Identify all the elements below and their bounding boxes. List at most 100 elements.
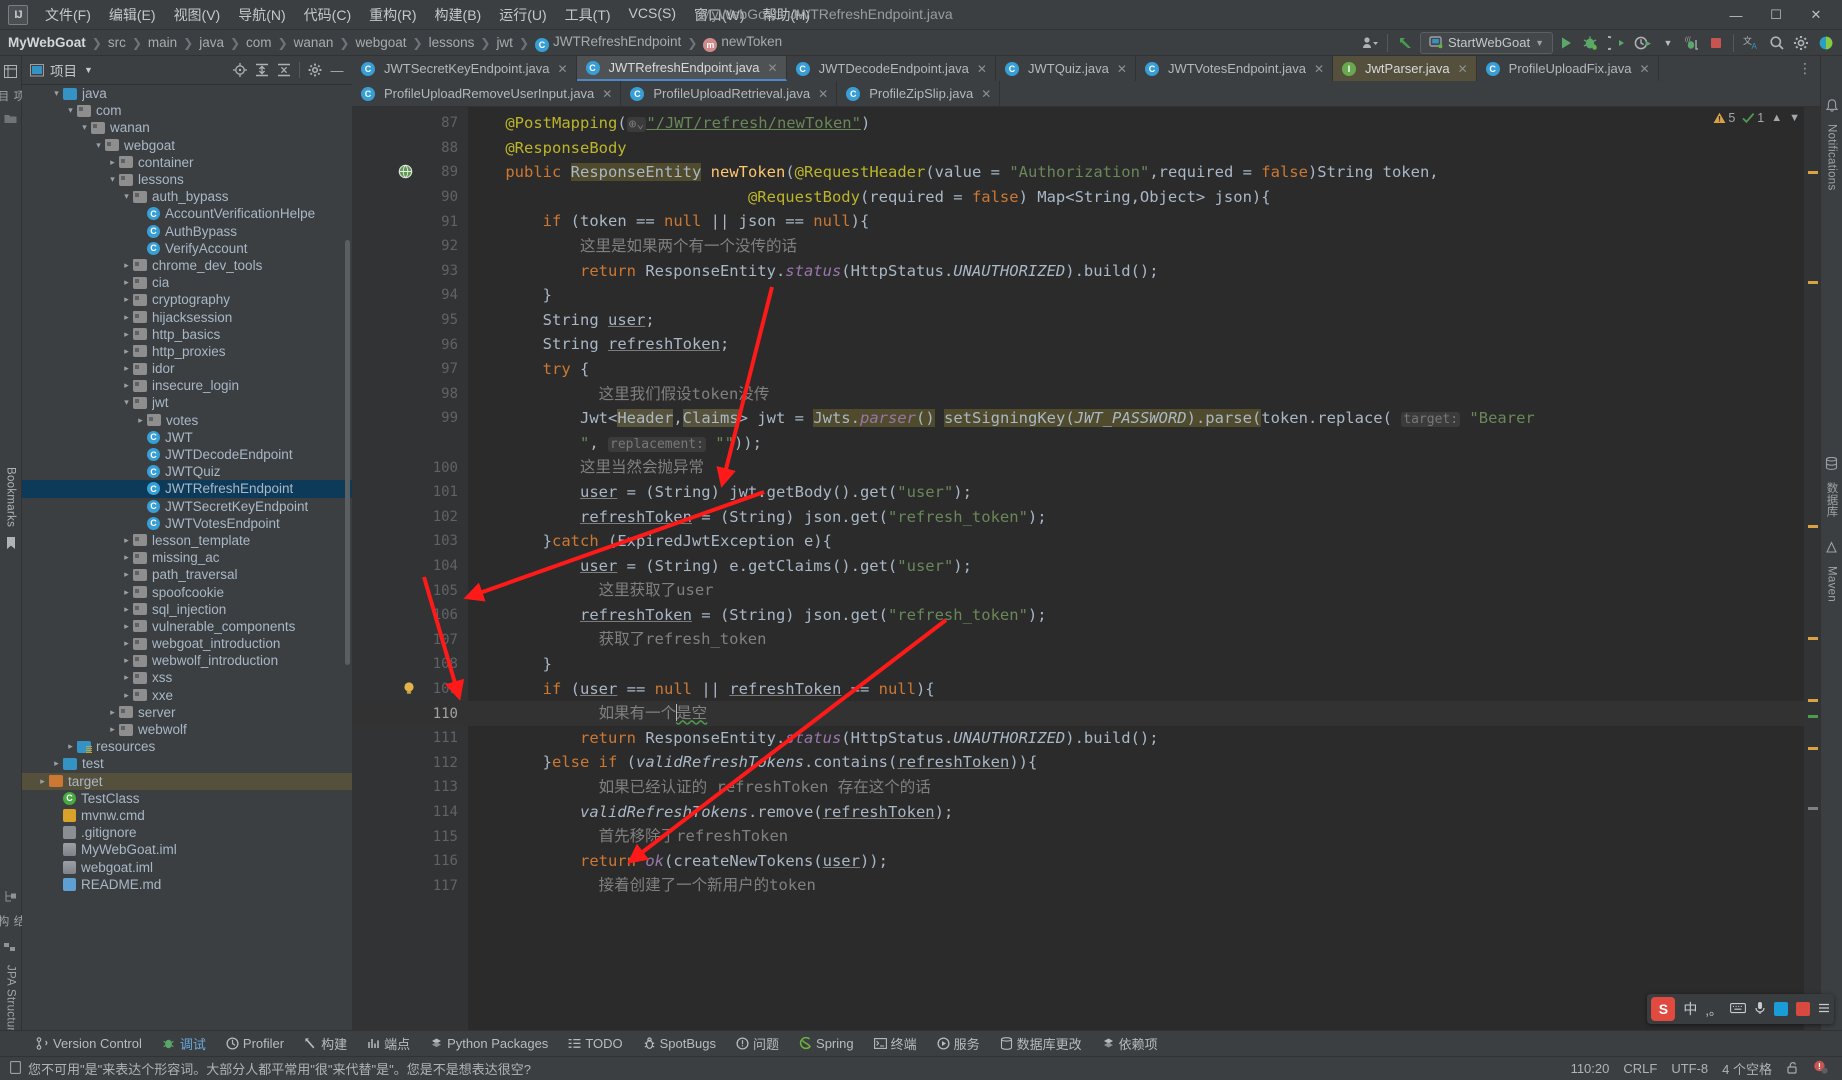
- tree-node-readme-md[interactable]: README.md: [22, 876, 352, 893]
- chevron-right-icon[interactable]: ▸: [120, 621, 133, 632]
- ime-mode-label[interactable]: 中: [1683, 999, 1697, 1019]
- menu-item-1[interactable]: 编辑(E): [100, 1, 165, 29]
- tree-node-server[interactable]: ▸ server: [22, 704, 352, 721]
- tree-node-chrome_dev_tools[interactable]: ▸ chrome_dev_tools: [22, 257, 352, 274]
- code-line-103[interactable]: }catch (ExpiredJwtException e){: [468, 529, 1804, 554]
- code-line-110[interactable]: // 如果有一个是空: [468, 701, 1804, 726]
- run-icon[interactable]: [1555, 32, 1577, 54]
- breadcrumb-item-8[interactable]: jwt: [494, 34, 515, 51]
- mic-icon[interactable]: [1754, 1001, 1766, 1018]
- tool-window---[interactable]: 服务: [927, 1031, 990, 1056]
- chevron-right-icon[interactable]: ▸: [120, 277, 133, 288]
- chevron-right-icon[interactable]: ▸: [134, 415, 147, 426]
- chevron-right-icon[interactable]: ▸: [64, 741, 77, 752]
- tree-node-webwolf[interactable]: ▸ webwolf: [22, 721, 352, 738]
- tool-window-todo[interactable]: TODO: [558, 1033, 632, 1054]
- chevron-down-icon[interactable]: ▼: [1789, 112, 1800, 124]
- chevron-right-icon[interactable]: ▸: [120, 363, 133, 374]
- close-tab-icon[interactable]: ✕: [1117, 62, 1127, 76]
- chevron-right-icon[interactable]: ▸: [120, 672, 133, 683]
- comma-period-icon[interactable]: ,。: [1705, 1000, 1722, 1019]
- breadcrumb-item-1[interactable]: src: [106, 34, 128, 51]
- project-tool-icon[interactable]: [4, 62, 17, 84]
- structure-tool-icon[interactable]: [4, 887, 17, 909]
- tree-node-authbypass[interactable]: C AuthBypass: [22, 223, 352, 240]
- editor-tab-jwtsecretkeyendpoint-java[interactable]: C JWTSecretKeyEndpoint.java ✕: [352, 56, 577, 81]
- code-line-94[interactable]: }: [468, 283, 1804, 308]
- code-line-101[interactable]: user = (String) jwt.getBody().get("user"…: [468, 480, 1804, 505]
- editor-tab-jwtdecodeendpoint-java[interactable]: C JWTDecodeEndpoint.java ✕: [787, 56, 996, 81]
- tool-window---[interactable]: 构建: [294, 1031, 357, 1056]
- chevron-right-icon[interactable]: ▸: [120, 294, 133, 305]
- code-line-106[interactable]: refreshToken = (String) json.get("refres…: [468, 603, 1804, 628]
- gutter-line-90[interactable]: 90: [352, 185, 468, 210]
- close-tab-icon[interactable]: ✕: [602, 87, 612, 101]
- maven-icon[interactable]: [1825, 538, 1838, 560]
- breadcrumb-item-4[interactable]: com: [244, 34, 274, 51]
- menu-item-5[interactable]: 重构(R): [360, 1, 425, 29]
- tree-node-jwtsecretkeyendpoint[interactable]: C JWTSecretKeyEndpoint: [22, 498, 352, 515]
- tree-node-missing_ac[interactable]: ▸ missing_ac: [22, 549, 352, 566]
- code-line-92[interactable]: // 这里是如果两个有一个没传的话: [468, 234, 1804, 259]
- breadcrumb-item-5[interactable]: wanan: [292, 34, 336, 51]
- chevron-down-icon[interactable]: ▾: [78, 122, 91, 133]
- notifications-icon[interactable]: [1825, 96, 1838, 118]
- stripe-marker[interactable]: [1808, 807, 1818, 810]
- editor-tab-profileuploadretrieval-java[interactable]: C ProfileUploadRetrieval.java ✕: [621, 81, 838, 106]
- close-tab-icon[interactable]: ✕: [1640, 62, 1650, 76]
- menu-item-0[interactable]: 文件(F): [36, 1, 100, 29]
- chevron-right-icon[interactable]: ▸: [120, 535, 133, 546]
- tree-node-wanan[interactable]: ▾ wanan: [22, 119, 352, 136]
- tree-node-webwolf_introduction[interactable]: ▸ webwolf_introduction: [22, 652, 352, 669]
- close-tab-icon[interactable]: ✕: [768, 61, 778, 75]
- chevron-right-icon[interactable]: ▸: [106, 707, 119, 718]
- tree-node-cia[interactable]: ▸ cia: [22, 274, 352, 291]
- tree-node-path_traversal[interactable]: ▸ path_traversal: [22, 566, 352, 583]
- stop-icon[interactable]: [1705, 32, 1727, 54]
- tree-node-jwtquiz[interactable]: C JWTQuiz: [22, 463, 352, 480]
- code-line-114[interactable]: validRefreshTokens.remove(refreshToken);: [468, 800, 1804, 825]
- gutter-line-108[interactable]: 108: [352, 652, 468, 677]
- expand-all-icon[interactable]: [251, 60, 273, 80]
- tree-node-auth_bypass[interactable]: ▾ auth_bypass: [22, 188, 352, 205]
- chevron-down-icon[interactable]: ▾: [106, 174, 119, 185]
- translate-icon[interactable]: 文A: [1740, 32, 1764, 54]
- gutter-line-101[interactable]: 101: [352, 480, 468, 505]
- web-endpoint-gutter-icon[interactable]: [398, 164, 414, 180]
- tree-node-votes[interactable]: ▸ votes: [22, 412, 352, 429]
- tree-node-jwtrefreshendpoint[interactable]: C JWTRefreshEndpoint: [22, 480, 352, 498]
- right-strip-label-notifications[interactable]: Notifications: [1826, 118, 1838, 218]
- chevron-right-icon[interactable]: ▸: [120, 569, 133, 580]
- editor-gutter[interactable]: 87 88 89 90 91 92 93 94 95 96 97 98 99 100 101 102 103 10…: [352, 107, 468, 1080]
- check-count[interactable]: 1: [1742, 111, 1764, 125]
- tool-window-version-control[interactable]: Version Control: [26, 1033, 152, 1054]
- tree-node-jwt[interactable]: ▾ jwt: [22, 394, 352, 411]
- menu-item-4[interactable]: 代码(C): [295, 1, 360, 29]
- code-line-104[interactable]: user = (String) e.getClaims().get("user"…: [468, 554, 1804, 579]
- code-line-113[interactable]: // 如果已经认证的 refreshToken 存在这个的话: [468, 775, 1804, 800]
- tool-window-spring[interactable]: Spring: [789, 1033, 864, 1054]
- tool-window---[interactable]: 端点: [357, 1031, 420, 1056]
- stripe-marker[interactable]: [1808, 699, 1818, 702]
- tree-node-accountverificationhelpe[interactable]: C AccountVerificationHelpe: [22, 205, 352, 222]
- indent-setting[interactable]: 4 个空格: [1722, 1059, 1772, 1078]
- tree-node-http_proxies[interactable]: ▸ http_proxies: [22, 343, 352, 360]
- code-line-107[interactable]: // 获取了refresh_token: [468, 627, 1804, 652]
- breadcrumb-item-10[interactable]: m newToken: [701, 33, 784, 53]
- code-line-91[interactable]: if (token == null || json == null){: [468, 209, 1804, 234]
- minimize-icon[interactable]: —: [1716, 0, 1756, 30]
- chevron-right-icon[interactable]: ▸: [120, 655, 133, 666]
- code-line-99[interactable]: Jwt<Header,Claims> jwt = Jwts.parser() s…: [468, 406, 1804, 431]
- intention-bulb-icon[interactable]: [402, 681, 418, 697]
- chevron-down-icon[interactable]: ▾: [50, 88, 63, 99]
- gutter-line-96[interactable]: 96: [352, 332, 468, 357]
- chevron-right-icon[interactable]: ▸: [120, 380, 133, 391]
- chevron-down-icon[interactable]: ▾: [120, 191, 133, 202]
- gutter-line-99[interactable]: 99: [352, 406, 468, 431]
- chevron-down-icon[interactable]: ▼: [84, 65, 93, 75]
- grid-icon[interactable]: [1796, 1002, 1810, 1016]
- code-line-108[interactable]: }: [468, 652, 1804, 677]
- tree-node-container[interactable]: ▸ container: [22, 154, 352, 171]
- tree-node-hijacksession[interactable]: ▸ hijacksession: [22, 308, 352, 325]
- gutter-line-111[interactable]: 111: [352, 726, 468, 751]
